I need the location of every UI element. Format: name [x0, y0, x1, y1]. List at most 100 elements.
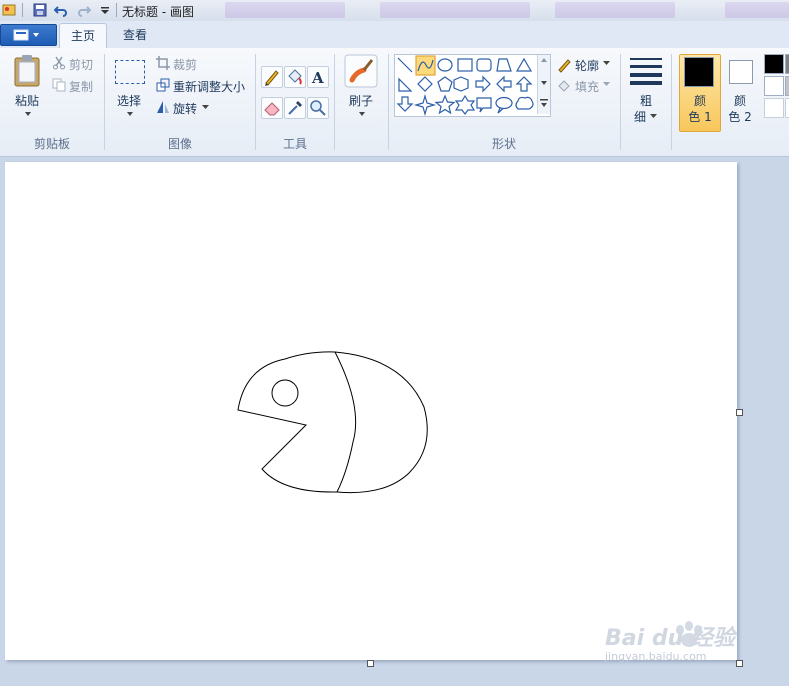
resize-button[interactable]: 重新调整大小 — [173, 78, 245, 95]
right-triangle-shape-icon — [398, 77, 413, 92]
title-bar: 无标题 - 画图 — [0, 0, 789, 22]
color2-label-a[interactable]: 颜 — [722, 92, 758, 109]
shapes-scroll-arrows[interactable] — [538, 55, 550, 114]
chevron-down-icon[interactable] — [126, 111, 134, 117]
tab-view[interactable]: 查看 — [112, 23, 158, 47]
group-separator — [620, 54, 621, 150]
fish-eye — [271, 379, 299, 407]
size-label-2[interactable]: 细 — [628, 108, 652, 125]
watermark-url: jingyan.baidu.com — [605, 650, 707, 663]
resize-handle-bottom[interactable] — [367, 660, 374, 667]
group-separator — [671, 54, 672, 150]
text-tool[interactable]: A — [307, 66, 329, 88]
color1-label-a[interactable]: 颜 — [680, 92, 720, 109]
cloud-callout-shape-icon — [515, 96, 534, 110]
outline-button[interactable]: 轮廓 — [575, 57, 599, 74]
menu-icon — [13, 29, 39, 41]
customize-qat-icon[interactable] — [98, 3, 112, 17]
resize-icon[interactable] — [156, 78, 170, 92]
five-point-star-shape-icon — [434, 94, 456, 115]
text-icon: A — [311, 69, 324, 87]
drawing-canvas[interactable] — [5, 162, 737, 660]
triangle-shape-icon — [515, 57, 533, 72]
magnifier-icon — [310, 100, 326, 116]
select-icon[interactable] — [115, 60, 145, 84]
line-shape-icon — [397, 57, 413, 73]
fill-tool[interactable] — [284, 66, 306, 88]
paint-bucket-icon — [288, 69, 302, 85]
rounded-callout-shape-icon — [476, 97, 492, 113]
shapes-gallery — [394, 54, 551, 117]
save-icon[interactable] — [33, 3, 47, 17]
palette-color-black[interactable] — [764, 54, 784, 74]
palette-color-gray[interactable] — [785, 54, 789, 74]
image-group: 选择 裁剪 重新调整大小 旋转 图像 — [105, 48, 255, 156]
curve-shape-selected-bg — [415, 55, 436, 76]
down-arrow-shape-icon — [396, 96, 414, 112]
pencil-tool[interactable] — [261, 66, 283, 88]
cut-button[interactable]: 剪切 — [69, 56, 93, 73]
color1-label-b[interactable]: 色 1 — [680, 108, 720, 125]
size-icon[interactable] — [629, 57, 663, 85]
shapes-scroll[interactable] — [537, 55, 550, 114]
oval-callout-shape-icon — [495, 96, 513, 114]
cut-icon[interactable] — [52, 56, 66, 70]
crop-button[interactable]: 裁剪 — [173, 56, 197, 73]
color2-label-b[interactable]: 色 2 — [722, 108, 758, 125]
fill-icon[interactable] — [556, 78, 572, 94]
paint-app-icon — [2, 4, 16, 16]
ribbon-tab-row: 主页 查看 — [0, 21, 789, 48]
background-blur — [380, 2, 530, 18]
brush-icon[interactable] — [344, 54, 378, 88]
copy-icon[interactable] — [52, 78, 66, 92]
window-title: 无标题 - 画图 — [122, 5, 194, 19]
redo-icon[interactable] — [77, 3, 91, 17]
tab-home[interactable]: 主页 — [59, 23, 107, 48]
rotate-icon[interactable] — [156, 100, 170, 114]
color-picker-tool[interactable] — [284, 97, 306, 119]
fill-button[interactable]: 填充 — [575, 78, 599, 95]
background-blur — [555, 2, 675, 18]
chevron-down-icon[interactable] — [603, 82, 610, 87]
size-label-1[interactable]: 粗 — [634, 92, 658, 109]
polygon-shape-icon — [496, 58, 512, 72]
shapes-grid — [396, 55, 534, 116]
eraser-tool[interactable] — [261, 97, 283, 119]
palette-color-empty[interactable] — [785, 98, 789, 118]
palette-color-lightgray[interactable] — [785, 76, 789, 96]
background-blur — [725, 2, 789, 18]
eyedropper-icon — [288, 101, 302, 115]
magnifier-tool[interactable] — [307, 97, 329, 119]
paint-menu-button[interactable] — [0, 24, 57, 46]
workspace — [0, 157, 789, 686]
palette-color-white[interactable] — [764, 76, 784, 96]
oval-shape-icon — [437, 58, 453, 72]
rotate-button[interactable]: 旋转 — [173, 100, 197, 117]
chevron-down-icon[interactable] — [650, 114, 657, 119]
hexagon-shape-icon — [453, 76, 469, 92]
paste-button-label[interactable]: 粘贴 — [10, 92, 44, 109]
tools-group: A 工具 — [256, 48, 334, 156]
select-button-label[interactable]: 选择 — [111, 92, 147, 109]
pencil-icon — [265, 70, 279, 86]
chevron-down-icon[interactable] — [202, 105, 209, 110]
brushes-button-label[interactable]: 刷子 — [341, 92, 381, 109]
fish-drawing — [237, 351, 428, 494]
ribbon: 粘贴 剪切 复制 剪贴板 选择 裁剪 重新调整大小 旋转 图像 A 工具 刷子 … — [0, 48, 789, 157]
crop-icon[interactable] — [156, 56, 170, 70]
six-point-star-shape-icon — [454, 94, 476, 115]
fish-gill-line — [334, 351, 357, 493]
palette-color-empty[interactable] — [764, 98, 784, 118]
outline-icon[interactable] — [556, 57, 572, 73]
chevron-down-icon[interactable] — [358, 111, 366, 117]
undo-icon[interactable] — [54, 3, 68, 17]
title-separator — [22, 3, 23, 17]
color2-swatch[interactable] — [729, 60, 753, 84]
chevron-down-icon[interactable] — [603, 61, 610, 66]
paste-icon[interactable] — [12, 54, 42, 88]
title-separator — [116, 3, 117, 17]
resize-handle-right[interactable] — [736, 409, 743, 416]
copy-button[interactable]: 复制 — [69, 78, 93, 95]
background-blur — [225, 2, 345, 18]
chevron-down-icon[interactable] — [24, 111, 32, 117]
